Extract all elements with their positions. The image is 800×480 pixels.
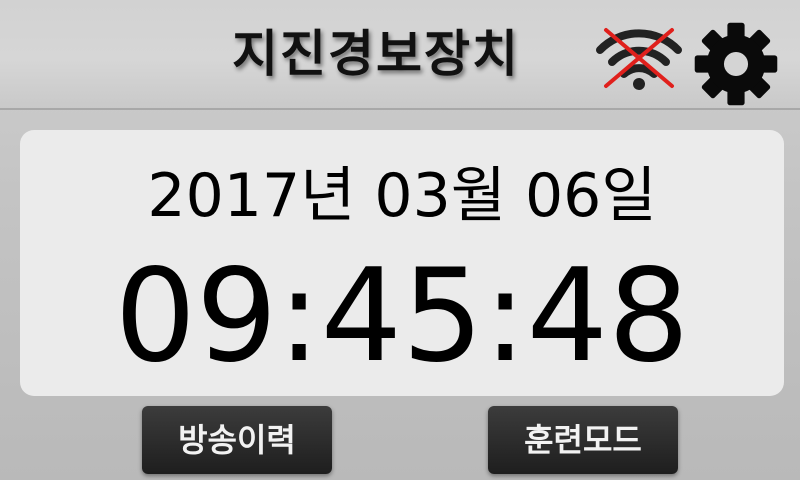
- training-mode-button[interactable]: 훈련모드: [488, 406, 678, 474]
- wifi-off-icon[interactable]: [594, 20, 684, 92]
- date-display: 2017년 03월 06일: [147, 161, 657, 231]
- broadcast-history-button[interactable]: 방송이력: [142, 406, 332, 474]
- app-title: 지진경보장치: [232, 25, 520, 83]
- time-display: 09:45:48: [114, 242, 690, 391]
- header-divider: [0, 108, 800, 110]
- clock-panel: 2017년 03월 06일 09:45:48: [20, 130, 784, 396]
- gear-icon[interactable]: [693, 21, 779, 107]
